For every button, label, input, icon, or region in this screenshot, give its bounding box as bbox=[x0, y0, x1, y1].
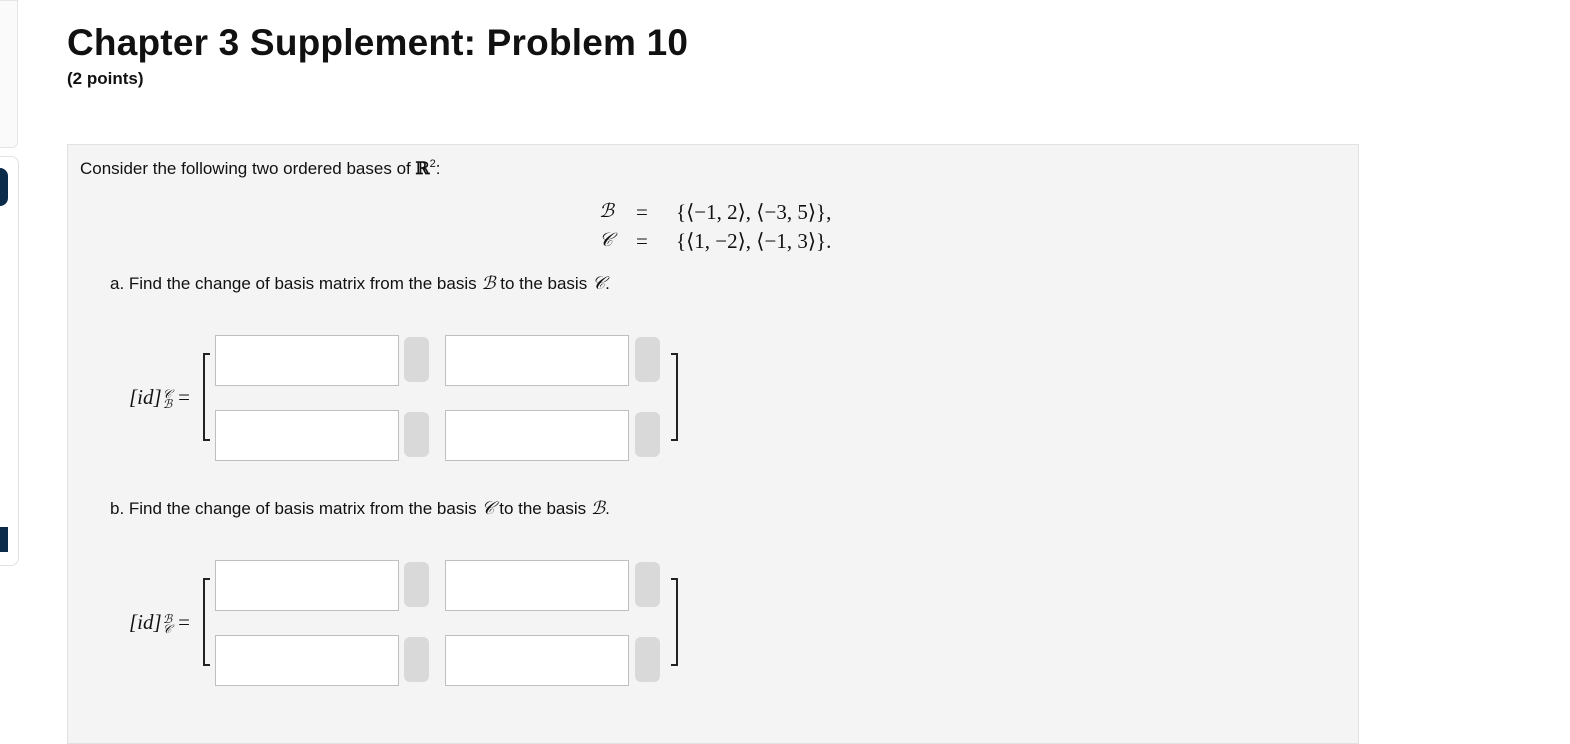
part-a-answer-r1c2[interactable] bbox=[445, 335, 629, 386]
part-b-feedback-r2c1 bbox=[404, 637, 429, 682]
part-a-label-eq: = bbox=[178, 385, 190, 409]
part-a-answer-r1c1[interactable] bbox=[215, 335, 399, 386]
part-a-feedback-r1c1 bbox=[404, 337, 429, 382]
part-a-left-bracket bbox=[203, 353, 210, 441]
part-b-label-main: [id] bbox=[129, 610, 162, 634]
part-a-feedback-r2c1 bbox=[404, 412, 429, 457]
basis-c-equation: 𝒞 = {⟨1, −2⟩, ⟨−1, 3⟩}. bbox=[599, 229, 859, 255]
part-b-text-1: b. Find the change of basis matrix from … bbox=[110, 499, 477, 518]
page-title: Chapter 3 Supplement: Problem 10 bbox=[67, 22, 689, 63]
part-a-label-sub: ℬ bbox=[162, 397, 173, 412]
problem-intro: Consider the following two ordered bases… bbox=[80, 158, 440, 179]
part-a-right-bracket bbox=[671, 353, 678, 441]
basis-c-name: 𝒞 bbox=[599, 229, 613, 251]
part-a-matrix-label: [id]𝒞 ℬ = bbox=[129, 385, 190, 410]
part-b-answer-r2c2[interactable] bbox=[445, 635, 629, 686]
part-b-feedback-r1c1 bbox=[404, 562, 429, 607]
part-a-answer-r2c1[interactable] bbox=[215, 410, 399, 461]
basis-b-equals: = bbox=[636, 200, 648, 224]
part-a-feedback-r2c2 bbox=[635, 412, 660, 457]
part-b-text-2: to the basis bbox=[499, 499, 587, 518]
left-rail-top bbox=[0, 0, 18, 148]
part-b-answer-r2c1[interactable] bbox=[215, 635, 399, 686]
part-a-question: a. Find the change of basis matrix from … bbox=[110, 273, 610, 294]
basis-b-value: {⟨−1, 2⟩, ⟨−3, 5⟩}, bbox=[676, 200, 832, 224]
part-b-text-3: . bbox=[605, 499, 610, 518]
part-a-text-3: . bbox=[605, 274, 610, 293]
points-label: (2 points) bbox=[67, 69, 144, 88]
basis-b-name: ℬ bbox=[599, 200, 614, 222]
part-a-label-main: [id] bbox=[129, 385, 162, 409]
basis-b-equation: ℬ = {⟨−1, 2⟩, ⟨−3, 5⟩}, bbox=[599, 200, 859, 226]
intro-text: Consider the following two ordered bases… bbox=[80, 159, 411, 178]
part-b-answer-r1c2[interactable] bbox=[445, 560, 629, 611]
side-panel-toggle[interactable] bbox=[0, 168, 8, 206]
part-a-from-basis: ℬ bbox=[481, 273, 496, 294]
part-b-matrix-label: [id]ℬ 𝒞 = bbox=[129, 610, 190, 635]
problem-body: Consider the following two ordered bases… bbox=[67, 144, 1359, 744]
left-rail-panel bbox=[0, 156, 19, 566]
part-b-right-bracket bbox=[671, 578, 678, 666]
part-b-feedback-r1c2 bbox=[635, 562, 660, 607]
part-a-feedback-r1c2 bbox=[635, 337, 660, 382]
part-b-from-basis: 𝒞 bbox=[481, 498, 495, 519]
side-panel-marker[interactable] bbox=[0, 527, 8, 552]
part-b-to-basis: ℬ bbox=[590, 498, 606, 519]
part-b-label-eq: = bbox=[178, 610, 190, 634]
part-a-answer-r2c2[interactable] bbox=[445, 410, 629, 461]
part-b-question: b. Find the change of basis matrix from … bbox=[110, 498, 610, 519]
real-space-symbol: ℝ bbox=[415, 159, 430, 179]
basis-c-equals: = bbox=[636, 229, 648, 253]
part-b-left-bracket bbox=[203, 578, 210, 666]
part-a-text-1: a. Find the change of basis matrix from … bbox=[110, 274, 477, 293]
part-a-to-basis: 𝒞 bbox=[591, 273, 606, 294]
basis-c-value: {⟨1, −2⟩, ⟨−1, 3⟩}. bbox=[676, 229, 832, 253]
part-b-label-sub: 𝒞 bbox=[162, 622, 172, 637]
intro-colon: : bbox=[435, 159, 441, 178]
part-a-text-2: to the basis bbox=[500, 274, 588, 293]
part-b-feedback-r2c2 bbox=[635, 637, 660, 682]
part-b-answer-r1c1[interactable] bbox=[215, 560, 399, 611]
